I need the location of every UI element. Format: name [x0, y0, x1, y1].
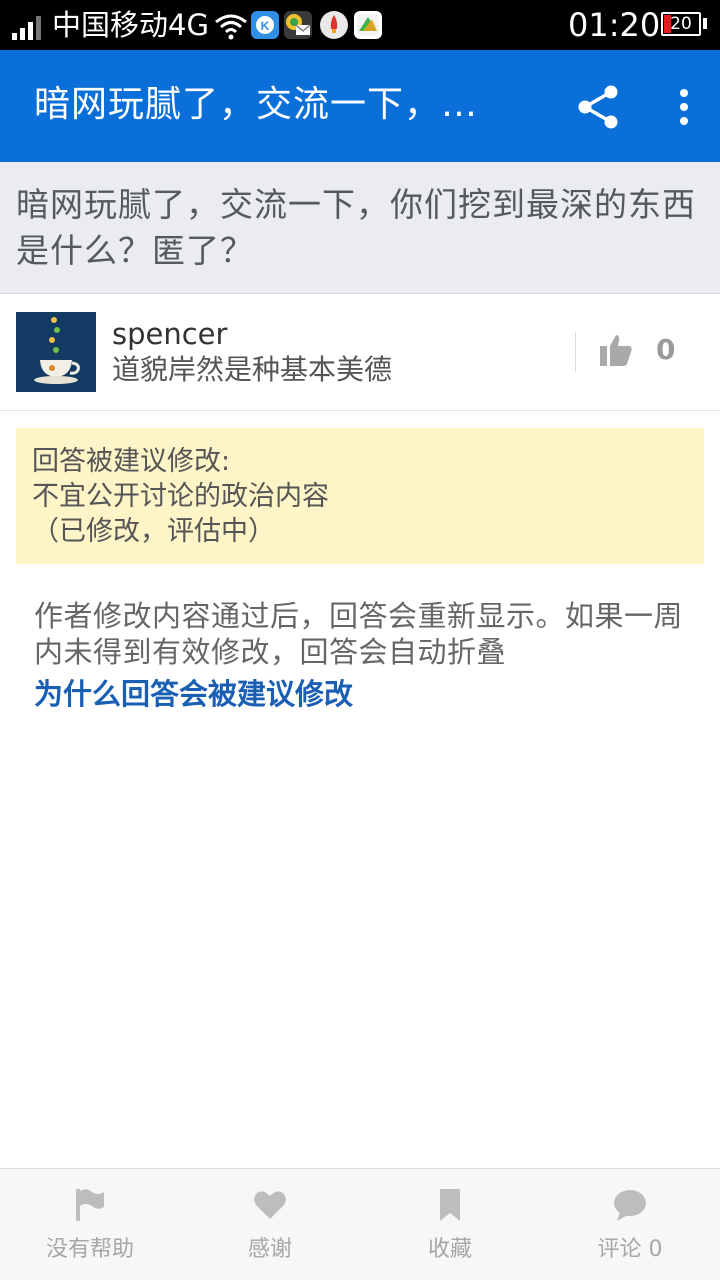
- answer-author-row: spencer 道貌岸然是种基本美德 0: [0, 294, 720, 411]
- heart-icon: [254, 1191, 286, 1219]
- divider: [575, 332, 576, 372]
- question-header[interactable]: 暗网玩腻了，交流一下，你们挖到最深的东西是什么？匿了？: [0, 162, 720, 294]
- modification-notice: 回答被建议修改: 不宜公开讨论的政治内容 （已修改，评估中）: [16, 428, 704, 564]
- top-app-bar: 暗网玩腻了，交流一下，你们挖到最深的东西是什么？匿了？: [0, 50, 720, 162]
- status-bar: 中国移动4G K 01:20 20: [0, 0, 720, 50]
- thanks-label: 感谢: [247, 1237, 292, 1262]
- author-bio: 道貌岸然是种基本美德: [112, 353, 393, 386]
- carrier-label: 中国移动4G: [52, 8, 209, 42]
- app-notification-icon: K: [251, 11, 279, 39]
- mail-notification-icon: [284, 11, 312, 39]
- screen: 中国移动4G K 01:20 20 暗网玩腻了，交流一下，你们挖到最深的东西是什…: [0, 0, 720, 1280]
- wifi-icon: [215, 14, 247, 40]
- browser-notification-icon: [354, 11, 382, 39]
- page-title: 暗网玩腻了，交流一下，你们挖到最深的东西是什么？匿了？: [34, 84, 514, 125]
- author-name[interactable]: spencer: [112, 316, 227, 352]
- battery-tip: [703, 18, 707, 29]
- notice-explanation: 作者修改内容通过后，回答会重新显示。如果一周内未得到有效修改，回答会自动折叠: [34, 599, 684, 669]
- not-helpful-label: 没有帮助: [45, 1237, 134, 1262]
- question-title: 暗网玩腻了，交流一下，你们挖到最深的东西是什么？匿了？: [16, 185, 696, 270]
- not-helpful-button[interactable]: 没有帮助: [0, 1169, 180, 1280]
- flag-icon: [76, 1189, 104, 1221]
- rocket-notification-icon: [320, 11, 348, 39]
- vote-count: 0: [656, 333, 676, 366]
- notice-status: （已修改，评估中）: [32, 516, 275, 547]
- share-icon[interactable]: [576, 84, 622, 130]
- svg-text:K: K: [261, 19, 270, 33]
- avatar[interactable]: [16, 312, 96, 392]
- battery-level: 20: [670, 14, 692, 34]
- thumbs-up-icon[interactable]: [598, 332, 634, 368]
- favorite-button[interactable]: 收藏: [360, 1169, 540, 1280]
- signal-icon: [12, 16, 41, 40]
- coffee-cup-icon: [16, 312, 96, 392]
- comment-icon: [614, 1190, 646, 1221]
- thanks-button[interactable]: 感谢: [180, 1169, 360, 1280]
- bottom-action-bar: 没有帮助 感谢 收藏 评论 0: [0, 1168, 720, 1280]
- bookmark-icon: [440, 1189, 460, 1221]
- notice-title: 回答被建议修改:: [32, 446, 231, 477]
- battery-icon: 20: [661, 12, 701, 36]
- notice-reason: 不宜公开讨论的政治内容: [32, 481, 329, 512]
- more-vert-icon[interactable]: [668, 84, 700, 130]
- clock: 01:20: [568, 6, 661, 44]
- comment-button[interactable]: 评论 0: [540, 1169, 720, 1280]
- why-modified-link[interactable]: 为什么回答会被建议修改: [34, 676, 353, 712]
- favorite-label: 收藏: [427, 1237, 472, 1262]
- comment-label: 评论 0: [597, 1237, 663, 1262]
